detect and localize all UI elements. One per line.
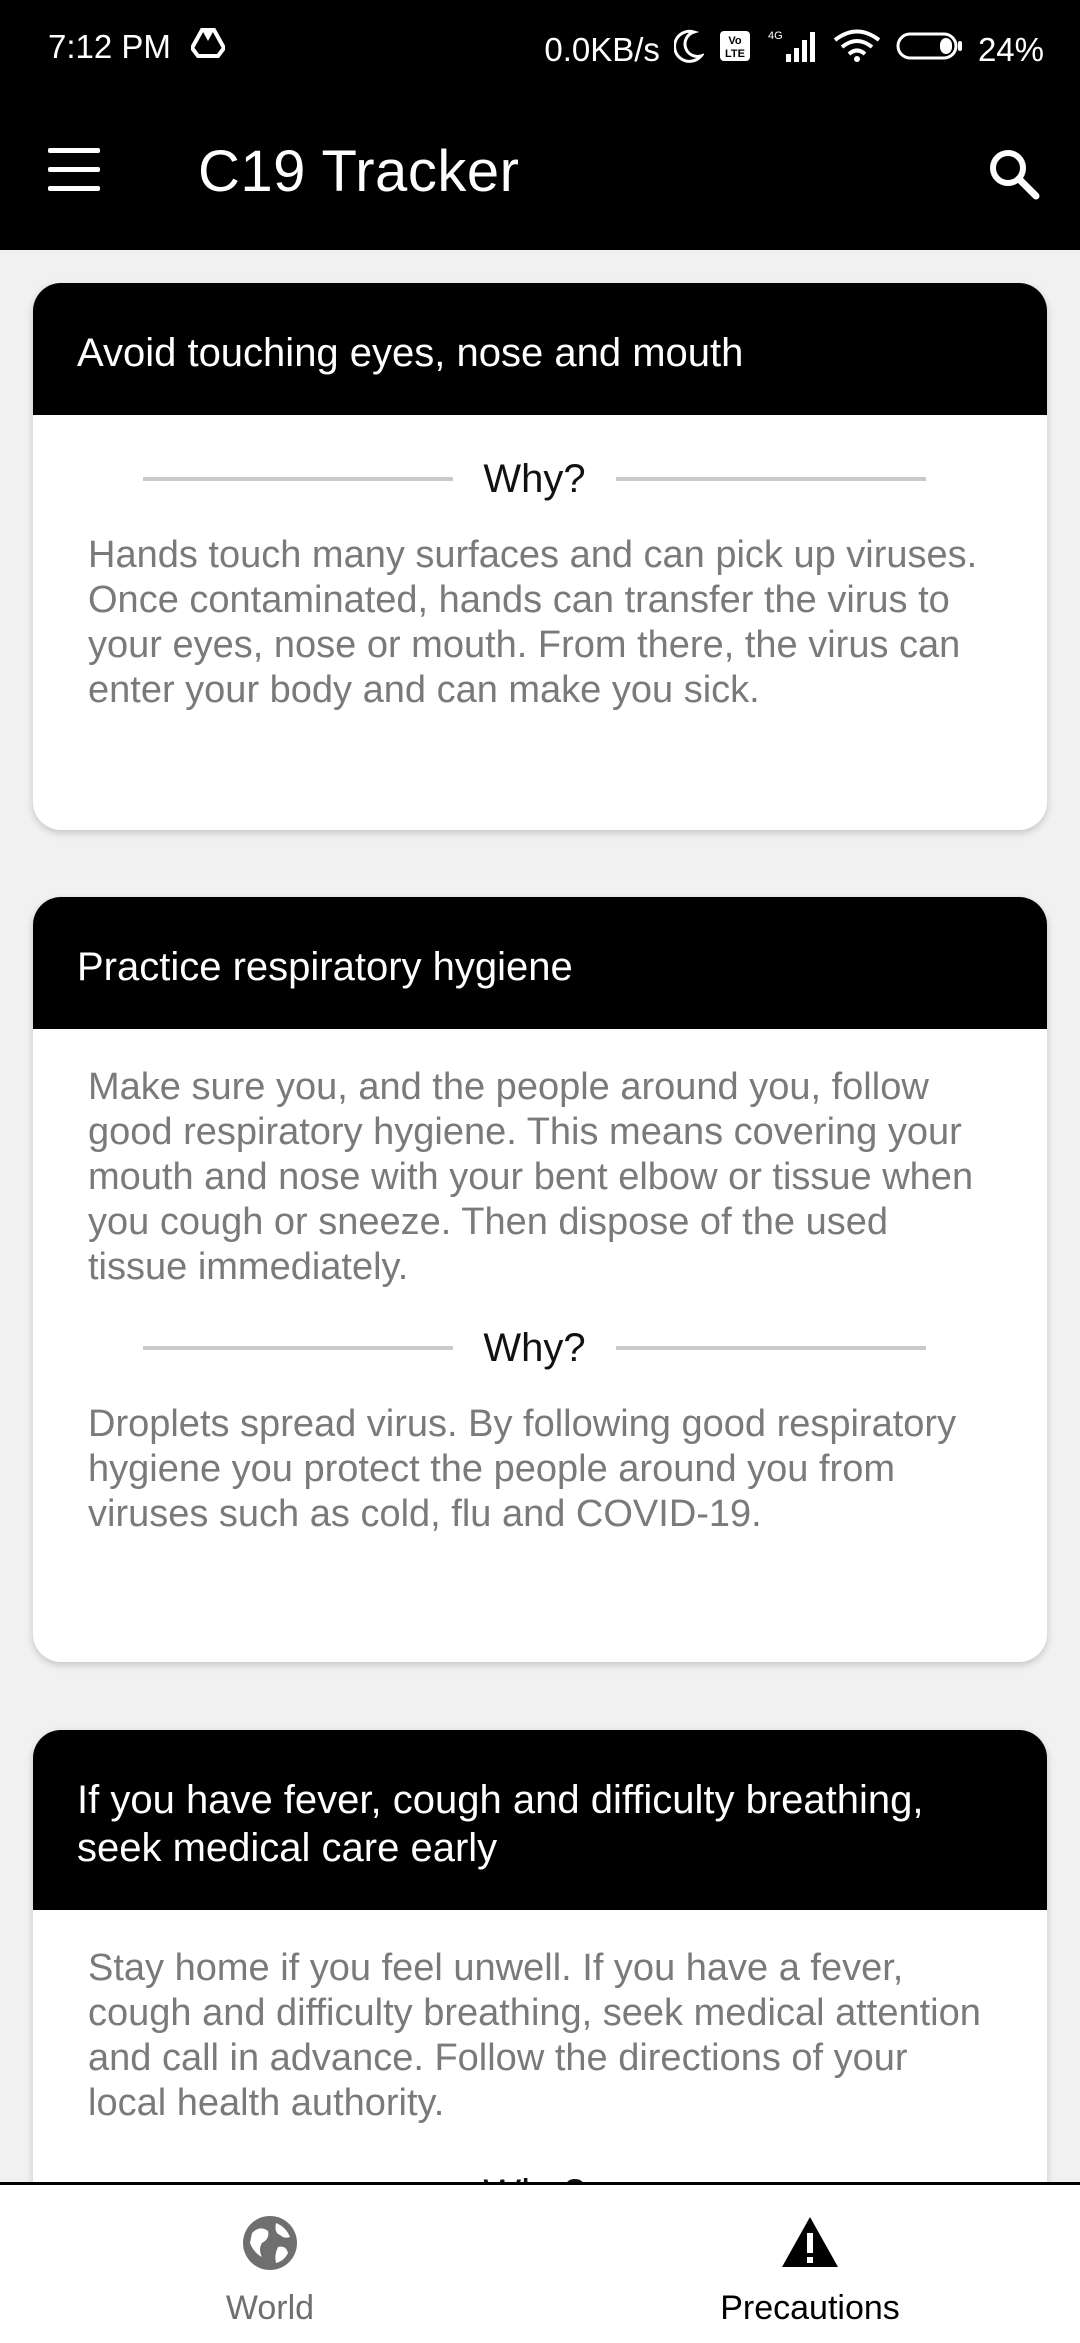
card-title: Practice respiratory hygiene bbox=[33, 897, 1047, 1029]
drive-icon bbox=[189, 28, 227, 66]
precaution-card: Avoid touching eyes, nose and mouth Why?… bbox=[33, 283, 1047, 830]
globe-icon bbox=[240, 2213, 300, 2273]
why-divider: Why? bbox=[88, 1318, 981, 1378]
nav-world[interactable]: World bbox=[0, 2185, 540, 2343]
why-divider: Why? bbox=[88, 449, 981, 509]
nav-label: Precautions bbox=[720, 2289, 900, 2327]
precaution-card: Practice respiratory hygiene Make sure y… bbox=[33, 897, 1047, 1662]
card-description: Make sure you, and the people around you… bbox=[88, 1066, 974, 1288]
battery-icon bbox=[896, 30, 964, 70]
svg-text:LTE: LTE bbox=[725, 48, 745, 60]
why-label: Why? bbox=[453, 2172, 615, 2183]
card-title: If you have fever, cough and difficulty … bbox=[33, 1730, 1047, 1910]
nav-label: World bbox=[225, 2289, 315, 2327]
hamburger-menu-icon[interactable] bbox=[48, 148, 104, 202]
why-text: Hands touch many surfaces and can pick u… bbox=[88, 534, 978, 711]
app-bar: C19 Tracker bbox=[0, 100, 1080, 250]
why-label: Why? bbox=[483, 1325, 586, 1370]
card-title: Avoid touching eyes, nose and mouth bbox=[33, 283, 1047, 415]
signal-icon: 4G bbox=[766, 28, 818, 72]
why-label: Why? bbox=[483, 456, 586, 501]
warning-icon bbox=[780, 2213, 840, 2273]
search-icon[interactable] bbox=[984, 144, 1044, 204]
volte-icon: Vo LTE bbox=[718, 29, 752, 71]
precautions-list[interactable]: Avoid touching eyes, nose and mouth Why?… bbox=[0, 250, 1080, 2182]
why-divider: Why? bbox=[88, 2164, 981, 2183]
status-bar: 7:12 PM 0.0KB/s Vo LTE 4G 24% bbox=[0, 0, 1080, 100]
moon-icon bbox=[672, 29, 706, 71]
bottom-navigation: World Precautions bbox=[0, 2182, 1080, 2343]
card-description: Stay home if you feel unwell. If you hav… bbox=[88, 1947, 981, 2124]
precaution-card: If you have fever, cough and difficulty … bbox=[33, 1730, 1047, 2182]
status-time: 7:12 PM bbox=[48, 28, 171, 65]
battery-percent: 24% bbox=[977, 31, 1044, 68]
svg-text:4G: 4G bbox=[768, 30, 783, 42]
nav-precautions[interactable]: Precautions bbox=[540, 2185, 1080, 2343]
wifi-icon bbox=[832, 29, 882, 71]
network-speed: 0.0KB/s bbox=[544, 31, 660, 68]
why-text: Droplets spread virus. By following good… bbox=[88, 1403, 957, 1535]
svg-text:Vo: Vo bbox=[728, 35, 742, 47]
app-title: C19 Tracker bbox=[198, 139, 520, 204]
